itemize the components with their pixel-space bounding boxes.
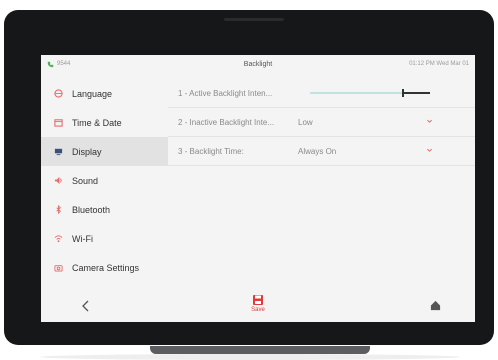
status-bar: 9544 Backlight 01:12 PM Wed Mar 01: [41, 55, 475, 73]
setting-label: 2 - Inactive Backlight Inte...: [178, 117, 275, 127]
camera-icon: [53, 263, 63, 273]
sidebar-item-display[interactable]: Display: [41, 137, 168, 166]
sidebar-item-label: Camera Settings: [72, 262, 140, 273]
save-button[interactable]: Save: [245, 294, 271, 320]
setting-row-active-backlight: 1 - Active Backlight Inten...: [168, 79, 475, 108]
device-top-edge: [224, 18, 284, 21]
inactive-backlight-select[interactable]: Low: [298, 118, 313, 127]
sidebar-item-label: Sound: [72, 175, 99, 186]
settings-sidebar: Language Time & Date Display Sound Bluet…: [41, 79, 168, 301]
bottom-bar: Save: [41, 292, 475, 322]
chevron-down-icon: [427, 148, 432, 152]
home-icon[interactable]: [430, 300, 441, 311]
speaker-icon: [53, 176, 63, 186]
save-label: Save: [251, 307, 265, 313]
device-shadow: [40, 354, 460, 360]
sidebar-item-language[interactable]: Language: [41, 79, 168, 108]
setting-label: 1 - Active Backlight Inten...: [178, 88, 273, 98]
backlight-time-select[interactable]: Always On: [298, 147, 336, 156]
globe-icon: [53, 89, 63, 99]
device-stand: [150, 346, 370, 354]
sidebar-item-label: Bluetooth: [72, 204, 111, 215]
slider-fill: [402, 92, 430, 94]
sidebar-item-bluetooth[interactable]: Bluetooth: [41, 195, 168, 224]
backlight-settings-panel: 1 - Active Backlight Inten... 2 - Inacti…: [168, 79, 475, 301]
setting-row-backlight-time[interactable]: 3 - Backlight Time: Always On: [168, 137, 475, 166]
setting-row-inactive-backlight[interactable]: 2 - Inactive Backlight Inte... Low: [168, 108, 475, 137]
sidebar-item-label: Display: [72, 146, 102, 157]
floppy-disk-icon: [253, 295, 263, 305]
setting-label: 3 - Backlight Time:: [178, 146, 244, 156]
sidebar-item-time-date[interactable]: Time & Date: [41, 108, 168, 137]
screen: 9544 Backlight 01:12 PM Wed Mar 01 Langu…: [41, 55, 475, 322]
clock: 01:12 PM Wed Mar 01: [409, 61, 469, 67]
wifi-icon: [53, 234, 63, 244]
slider-handle[interactable]: [402, 89, 404, 97]
calendar-icon: [53, 118, 63, 128]
sidebar-item-label: Wi-Fi: [72, 233, 93, 244]
sidebar-item-label: Time & Date: [72, 117, 122, 128]
sidebar-item-wifi[interactable]: Wi-Fi: [41, 224, 168, 253]
chevron-down-icon: [427, 119, 432, 123]
monitor-icon: [53, 147, 63, 157]
back-button[interactable]: [79, 299, 93, 313]
sidebar-item-sound[interactable]: Sound: [41, 166, 168, 195]
sidebar-item-camera-settings[interactable]: Camera Settings: [41, 253, 168, 282]
sidebar-item-label: Language: [72, 88, 113, 99]
bluetooth-icon: [53, 205, 63, 215]
active-backlight-slider[interactable]: [310, 89, 430, 97]
